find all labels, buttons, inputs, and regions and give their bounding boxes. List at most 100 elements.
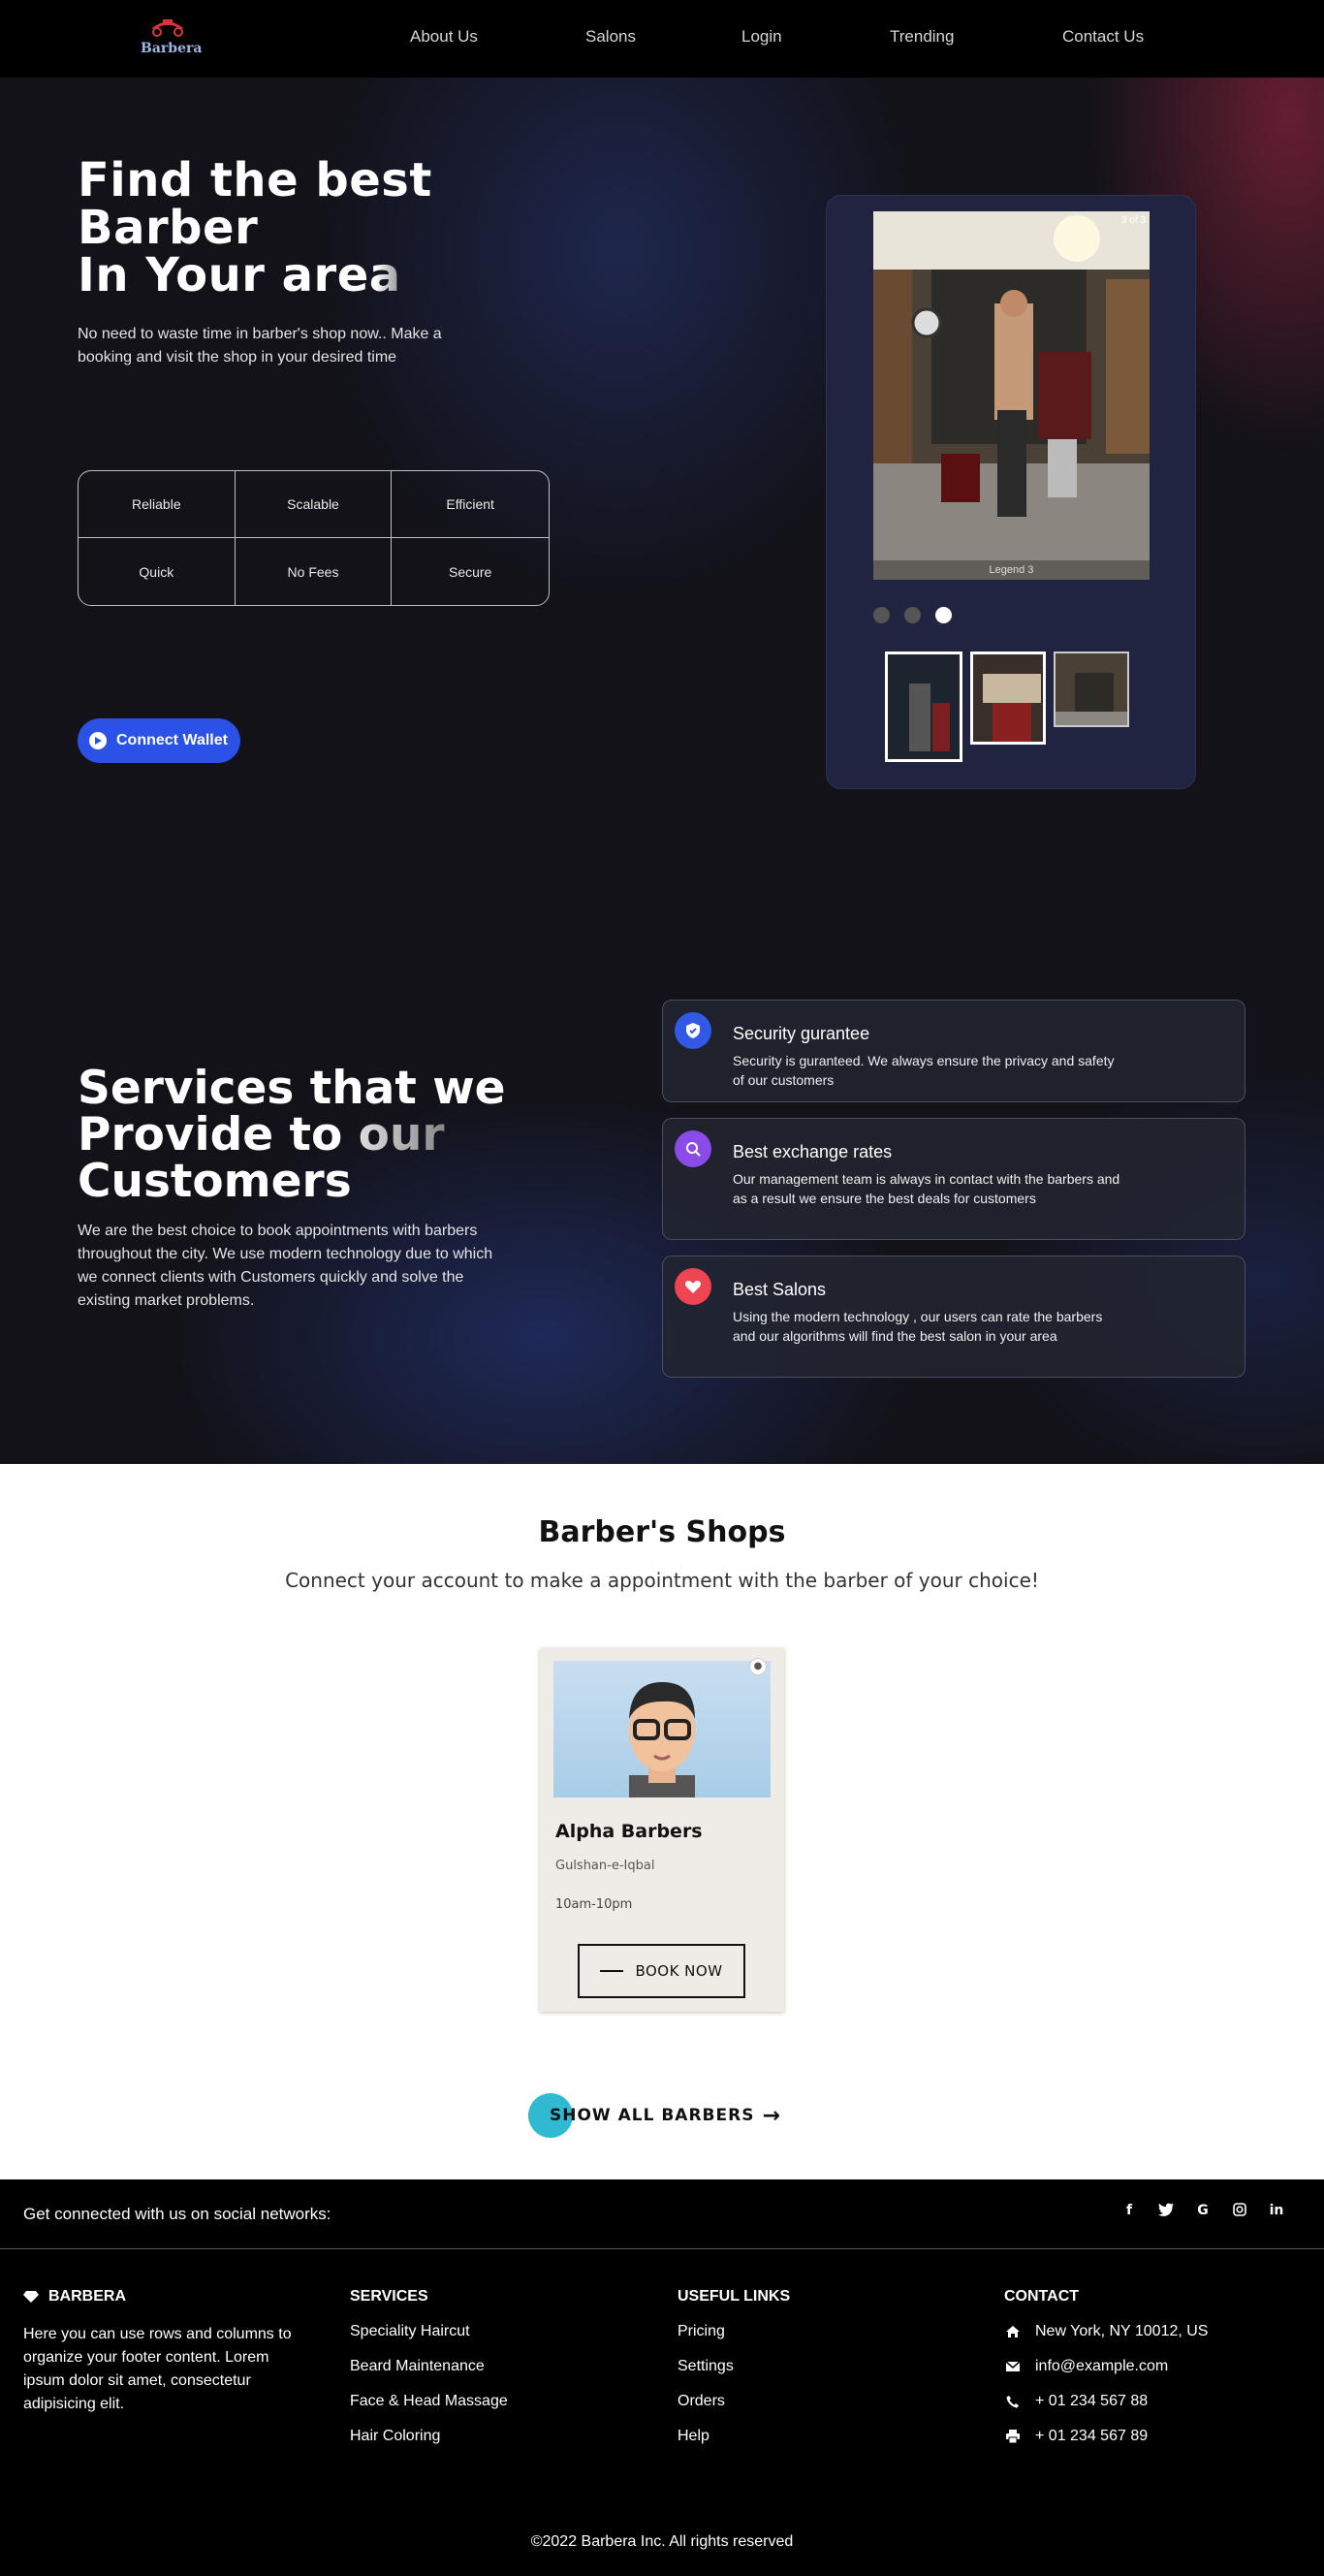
search-icon xyxy=(675,1130,711,1167)
book-now-button[interactable]: BOOK NOW xyxy=(578,1944,745,1998)
hero-title-line3: In Your ar xyxy=(78,248,337,302)
service-card-text: Our management team is always in contact… xyxy=(733,1171,1120,1206)
brand-logo[interactable]: Barbera xyxy=(141,16,203,64)
nav-salons[interactable]: Salons xyxy=(585,27,636,47)
contact-phone-text[interactable]: + 01 234 567 88 xyxy=(1035,2393,1148,2410)
shop-hours: 10am-10pm xyxy=(555,1897,633,1912)
instagram-icon[interactable] xyxy=(1231,2203,1248,2222)
footer-link-settings[interactable]: Settings xyxy=(678,2358,790,2375)
footer-brand-text: Here you can use rows and columns to org… xyxy=(23,2326,292,2412)
shops-title: Barber's Shops xyxy=(538,1515,786,1549)
thumbnail-1-photo xyxy=(888,654,960,759)
thumbnail-2-photo xyxy=(973,654,1043,742)
book-now-label: BOOK NOW xyxy=(635,1962,723,1980)
google-icon[interactable]: G xyxy=(1194,2203,1212,2222)
shops-subtitle: Connect your account to make a appointme… xyxy=(285,1569,1039,1592)
thumbnail-3-photo xyxy=(1056,653,1127,725)
footer-link-hair-coloring[interactable]: Hair Coloring xyxy=(350,2428,508,2445)
hero-title: Find the best Barber In Your area xyxy=(78,157,432,300)
heart-icon xyxy=(675,1268,711,1305)
phone-icon xyxy=(1004,2395,1022,2408)
facebook-icon[interactable]: f xyxy=(1120,2203,1138,2222)
carousel-dot-1[interactable] xyxy=(873,607,890,623)
footer-link-speciality-haircut[interactable]: Speciality Haircut xyxy=(350,2323,508,2340)
carousel-thumbnails xyxy=(885,652,1129,762)
feature-no-fees: No Fees xyxy=(236,538,393,605)
contact-phone: + 01 234 567 88 xyxy=(1004,2393,1208,2410)
show-all-barbers-button[interactable]: SHOW ALL BARBERS → xyxy=(528,2093,780,2138)
nav-contact-us[interactable]: Contact Us xyxy=(1062,27,1144,47)
service-card-text: Using the modern technology , our users … xyxy=(733,1309,1103,1344)
contact-address: New York, NY 10012, US xyxy=(1004,2323,1208,2340)
footer-services-column: SERVICES Speciality Haircut Beard Mainte… xyxy=(350,2288,508,2463)
contact-email-text[interactable]: info@example.com xyxy=(1035,2358,1168,2375)
carousel-dot-2[interactable] xyxy=(904,607,921,623)
shop-location: Gulshan-e-Iqbal xyxy=(555,1859,655,1873)
thumbnail-3[interactable] xyxy=(1054,652,1129,727)
shop-card[interactable]: ● Alpha Barbers Gulshan-e-Iqbal 10am-10p… xyxy=(540,1648,784,2012)
connect-wallet-button[interactable]: Connect Wallet xyxy=(78,718,240,763)
feature-secure: Secure xyxy=(448,563,492,580)
social-bar: Get connected with us on social networks… xyxy=(0,2179,1324,2249)
print-icon xyxy=(1004,2430,1022,2443)
nav-about-us[interactable]: About Us xyxy=(410,27,478,47)
social-text: Get connected with us on social networks… xyxy=(23,2205,331,2223)
envelope-icon xyxy=(1004,2361,1022,2372)
contact-fax-text: + 01 234 567 89 xyxy=(1035,2428,1149,2444)
slide-counter: 3 of 3 xyxy=(1120,215,1146,226)
footer-brand-name: BARBERA xyxy=(48,2288,126,2305)
hero-section: Find the best Barber In Your area No nee… xyxy=(0,78,1324,1464)
barbershop-photo xyxy=(873,211,1150,580)
service-card-text: Security is guranteed. We always ensure … xyxy=(733,1053,1115,1088)
features-grid: Reliable Scalable Efficient Quick No Fee… xyxy=(78,470,550,606)
carousel-dots xyxy=(873,607,952,623)
linkedin-icon[interactable]: in xyxy=(1268,2203,1285,2222)
carousel-slide[interactable]: 3 of 3 Legend 3 xyxy=(873,211,1150,580)
twitter-icon[interactable] xyxy=(1157,2203,1175,2222)
feature-efficient: Efficient xyxy=(392,471,549,538)
barber-avatar xyxy=(629,1682,695,1797)
services-title-line2-fade: our xyxy=(358,1108,445,1161)
logo-text: Barbera xyxy=(141,41,203,56)
hero-title-line2: Barber xyxy=(78,201,259,255)
footer-contact-heading: CONTACT xyxy=(1004,2288,1080,2305)
thumbnail-1[interactable] xyxy=(885,652,962,762)
shield-icon xyxy=(675,1012,711,1049)
services-title-line1: Services that we xyxy=(78,1062,506,1115)
footer-services-heading: SERVICES xyxy=(350,2288,428,2305)
nav-login[interactable]: Login xyxy=(741,27,782,47)
thumbnail-2[interactable] xyxy=(970,652,1046,745)
social-icons: f G in xyxy=(1120,2203,1285,2222)
carousel-dot-3[interactable] xyxy=(935,607,952,623)
footer-link-help[interactable]: Help xyxy=(678,2428,790,2445)
verified-badge-icon: ● xyxy=(749,1658,767,1675)
service-card-title: Best exchange rates xyxy=(733,1142,893,1161)
show-all-label: SHOW ALL BARBERS xyxy=(550,2106,755,2125)
services-title: Services that we Provide to our Customer… xyxy=(78,1065,506,1205)
service-card-salons: Best Salons Using the modern technology … xyxy=(662,1256,1245,1378)
footer-link-pricing[interactable]: Pricing xyxy=(678,2323,790,2340)
service-card-title: Security gurantee xyxy=(733,1024,870,1043)
footer-link-face-head-massage[interactable]: Face & Head Massage xyxy=(350,2393,508,2410)
shop-name: Alpha Barbers xyxy=(555,1821,703,1842)
feature-reliable: Reliable xyxy=(79,471,236,538)
footer-useful-column: USEFUL LINKS Pricing Settings Orders Hel… xyxy=(678,2288,790,2463)
nav-trending[interactable]: Trending xyxy=(890,27,954,47)
hero-title-line1: Find the best xyxy=(78,153,432,207)
contact-address-text: New York, NY 10012, US xyxy=(1035,2323,1209,2339)
gem-icon xyxy=(23,2291,39,2303)
play-icon xyxy=(89,732,107,749)
footer-brand-column: BARBERA Here you can use rows and column… xyxy=(23,2288,314,2416)
top-navbar: Barbera About Us Salons Login Trending C… xyxy=(0,0,1324,78)
feature-quick: Quick xyxy=(79,538,236,605)
service-card-title: Best Salons xyxy=(733,1280,827,1299)
hero-title-line3-fade: ea xyxy=(336,248,401,302)
footer-contact-column: CONTACT New York, NY 10012, US info@exam… xyxy=(1004,2288,1208,2463)
services-subtitle: We are the best choice to book appointme… xyxy=(78,1223,493,1309)
service-card-exchange: Best exchange rates Our management team … xyxy=(662,1118,1245,1240)
contact-fax: + 01 234 567 89 xyxy=(1004,2428,1208,2445)
contact-email: info@example.com xyxy=(1004,2358,1208,2375)
footer-link-beard-maintenance[interactable]: Beard Maintenance xyxy=(350,2358,508,2375)
footer: Get connected with us on social networks… xyxy=(0,2179,1324,2576)
footer-link-orders[interactable]: Orders xyxy=(678,2393,790,2410)
